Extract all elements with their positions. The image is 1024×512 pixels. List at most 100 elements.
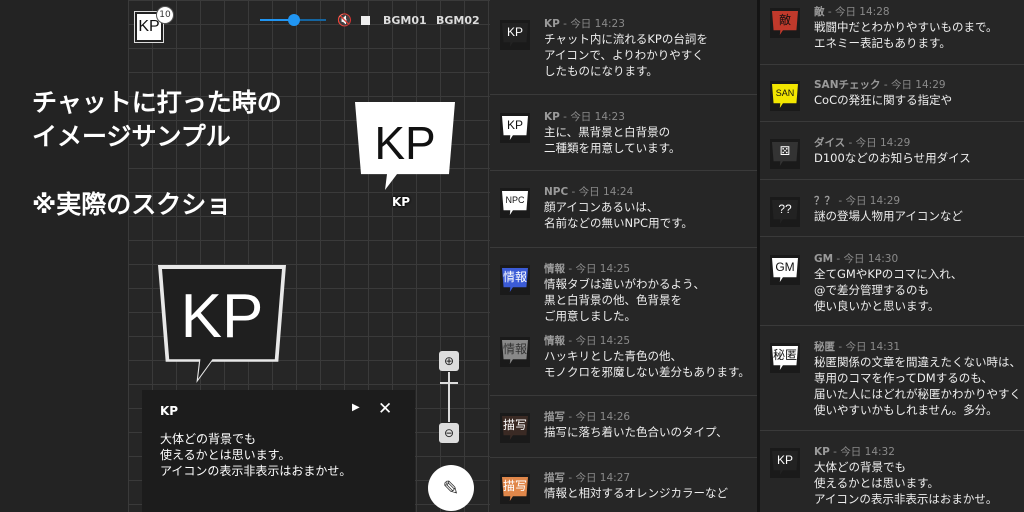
play-icon[interactable]: ▶ (352, 402, 360, 413)
message-avatar-icon: SAN (770, 81, 800, 111)
chat-message: 敵 敵 - 今日 14:28 戦闘中だとわかりやすいものまで。 エネミー表記もあ… (760, 5, 1024, 51)
avatar-label: ?? (772, 200, 798, 224)
message-text: 顔アイコンあるいは、 名前などの無いNPC用です。 (544, 200, 693, 230)
chat-message: GM GM - 今日 14:30 全てGMやKPのコマに入れ、 @で差分管理する… (760, 252, 1024, 314)
avatar-label: KP (138, 18, 160, 35)
chat-message: 情報 情報 - 今日 14:25 ハッキリとした青色の他、 モノクロを邪魔しない… (490, 334, 757, 380)
message-avatar-icon: KP (500, 113, 530, 143)
message-author: 描写 (544, 411, 565, 423)
message-time: 今日 14:23 (570, 111, 625, 123)
message-divider (490, 170, 757, 171)
message-time: 今日 14:25 (575, 335, 631, 347)
message-text: 戦闘中だとわかりやすいものまで。 エネミー表記もあります。 (814, 20, 998, 50)
message-author: ダイス (814, 137, 846, 149)
avatar-badge: 10 (156, 6, 174, 24)
message-time: 今日 14:27 (575, 472, 631, 484)
message-avatar-icon: ⚄ (770, 139, 800, 169)
volume-slider[interactable] (260, 14, 326, 26)
message-author: SANチェック (814, 79, 881, 91)
message-text: ハッキリとした青色の他、 モノクロを邪魔しない差分もあります。 (544, 349, 750, 379)
message-time: 今日 14:29 (855, 137, 911, 149)
message-text: 全てGMやKPのコマに入れ、 @で差分管理するのも 使い良いかと思います。 (814, 267, 963, 313)
message-author: 描写 (544, 472, 565, 484)
message-author: NPC (544, 186, 569, 198)
message-author: 情報 (544, 263, 565, 275)
message-divider (490, 94, 757, 95)
message-avatar-icon: 情報 (500, 337, 530, 367)
message-divider (760, 236, 1024, 237)
message-divider (490, 247, 757, 248)
zoom-slider-handle[interactable] (440, 382, 458, 384)
message-divider (490, 395, 757, 396)
chat-log-2[interactable]: 敵 敵 - 今日 14:28 戦闘中だとわかりやすいものまで。 エネミー表記もあ… (760, 0, 1024, 512)
chat-message: NPC NPC - 今日 14:24 顔アイコンあるいは、 名前などの無いNPC… (490, 185, 757, 231)
chat-log-1[interactable]: KP KP - 今日 14:23 チャット内に流れるKPの台詞を アイコンで、よ… (490, 0, 757, 512)
avatar-label: KP (502, 23, 528, 47)
chat-message: KP KP - 今日 14:23 主に、黒背景と白背景の 二種類を用意しています… (490, 110, 757, 156)
message-avatar-icon: KP (770, 448, 800, 478)
chat-popup-name: KP (160, 404, 179, 418)
message-author: KP (814, 446, 830, 458)
message-avatar-icon: 描写 (500, 474, 530, 504)
message-text: 大体どの背景でも 使えるかとは思います。 アイコンの表示非表示はおまかせ。 (814, 460, 998, 506)
chat-popup: KP 大体どの背景でも 使えるかとは思います。 アイコンの表示非表示はおまかせ。… (142, 390, 415, 512)
message-time: 今日 14:25 (575, 263, 631, 275)
left-panel (0, 0, 128, 512)
volume-slider-thumb[interactable] (288, 14, 300, 26)
chat-popup-text: 大体どの背景でも 使えるかとは思います。 アイコンの表示非表示はおまかせ。 (160, 432, 352, 478)
bgm01-button[interactable]: BGM01 (383, 14, 427, 27)
message-time: 今日 14:24 (578, 186, 634, 198)
kp-large-icon-label: KP (180, 282, 264, 351)
zoom-slider[interactable] (448, 372, 450, 422)
message-author: 情報 (544, 335, 565, 347)
message-avatar-icon: GM (770, 255, 800, 285)
message-divider (760, 325, 1024, 326)
message-time: 今日 14:23 (570, 18, 625, 30)
bgm02-button[interactable]: BGM02 (436, 14, 480, 27)
chat-message: ?? ？？ - 今日 14:29 謎の登場人物用アイコンなど (760, 194, 1024, 227)
chat-message: SAN SANチェック - 今日 14:29 CoCの発狂に関する指定や (760, 78, 1024, 111)
message-text: 情報と相対するオレンジカラーなど (544, 486, 728, 500)
avatar-label: 敵 (772, 11, 798, 35)
message-time: 今日 14:28 (834, 6, 890, 18)
message-text: 秘匿関係の文章を間違えたくない時は、 専用のコマを作ってDMするのも、 届いた人… (814, 355, 1021, 417)
chat-message: 秘匿 秘匿 - 今日 14:31 秘匿関係の文章を間違えたくない時は、 専用のコ… (760, 340, 1024, 418)
edit-fab-button[interactable]: ✎ (428, 465, 474, 511)
message-time: 今日 14:29 (890, 79, 946, 91)
message-text: チャット内に流れるKPの台詞を アイコンで、よりわかりやすく したものになります… (544, 32, 708, 78)
close-icon[interactable]: ✕ (378, 399, 392, 419)
kp-piece-label: KP (374, 117, 436, 169)
avatar-label: GM (772, 258, 798, 282)
kp-piece-name: KP (392, 195, 411, 209)
avatar-label: 描写 (502, 477, 528, 501)
message-avatar-icon: 秘匿 (770, 343, 800, 373)
mute-icon[interactable]: 🔇 (337, 13, 352, 27)
zoom-in-button[interactable]: ⊕ (439, 351, 459, 371)
message-text: D100などのお知らせ用ダイス (814, 151, 971, 165)
chat-message: 描写 描写 - 今日 14:26 描写に落ち着いた色合いのタイプ、 (490, 410, 757, 443)
message-author: ？？ (814, 195, 835, 207)
chat-message: 情報 情報 - 今日 14:25 情報タブは違いがわかるよう、 黒と白背景の他、… (490, 262, 757, 324)
message-author: 秘匿 (814, 341, 835, 353)
stop-icon[interactable] (361, 16, 370, 25)
avatar-label: ⚄ (772, 142, 798, 166)
message-text: 主に、黒背景と白背景の 二種類を用意しています。 (544, 125, 681, 155)
message-time: 今日 14:30 (843, 253, 899, 265)
zoom-out-button[interactable]: ⊖ (439, 423, 459, 443)
message-author: KP (544, 111, 560, 123)
chat-message: 描写 描写 - 今日 14:27 情報と相対するオレンジカラーなど (490, 471, 757, 504)
message-text: 情報タブは違いがわかるよう、 黒と白背景の他、色背景を ご用意しました。 (544, 277, 705, 323)
chat-message: KP KP - 今日 14:32 大体どの背景でも 使えるかとは思います。 アイ… (760, 445, 1024, 507)
chat-message: KP KP - 今日 14:23 チャット内に流れるKPの台詞を アイコンで、よ… (490, 17, 757, 79)
headline: チャットに打った時の イメージサンプル ※実際のスクショ (32, 88, 282, 219)
message-avatar-icon: 描写 (500, 413, 530, 443)
avatar-label: 情報 (502, 268, 528, 292)
message-time: 今日 14:29 (845, 195, 901, 207)
message-author: GM (814, 253, 834, 265)
message-author: KP (544, 18, 560, 30)
message-divider (490, 457, 757, 458)
avatar-label: 秘匿 (772, 346, 798, 370)
avatar-label: KP (502, 116, 528, 140)
message-avatar-icon: 敵 (770, 8, 800, 38)
message-divider (760, 179, 1024, 180)
